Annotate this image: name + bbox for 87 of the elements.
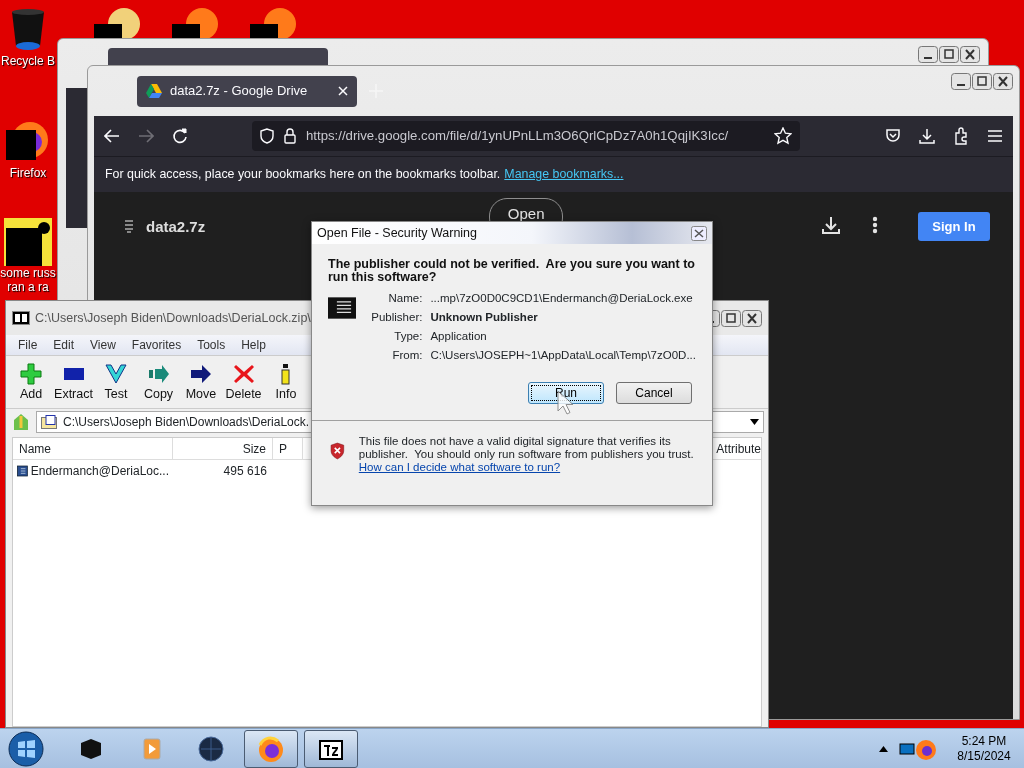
dialog-title: Open File - Security Warning xyxy=(317,224,477,242)
application-icon xyxy=(328,296,357,320)
help-link[interactable]: How can I decide what software to run? xyxy=(358,461,561,473)
menu-icon[interactable] xyxy=(987,129,1003,143)
file-size: 495 616 xyxy=(222,463,268,480)
address-bar[interactable]: https://drive.google.com/file/d/1ynUPnLLm3O6QrlCpDz7A0h1QqjIK3Icc/ xyxy=(252,121,800,151)
sign-in-button[interactable]: Sign In xyxy=(918,212,990,241)
forward-icon[interactable] xyxy=(138,129,154,143)
column-header[interactable]: Size xyxy=(173,438,273,459)
copy-tool-button[interactable]: Copy xyxy=(137,363,180,404)
field-value: Application xyxy=(430,330,488,343)
column-header[interactable]: Attribute xyxy=(710,438,761,459)
archive-icon xyxy=(41,415,57,429)
drive-icon xyxy=(146,84,162,98)
test-tool-button[interactable]: Test xyxy=(95,363,137,404)
file-name: data2.7z xyxy=(146,217,206,237)
close-button[interactable] xyxy=(691,225,707,241)
dropdown-arrow-icon[interactable] xyxy=(750,419,759,425)
lock-icon xyxy=(284,128,296,144)
maximize-button[interactable] xyxy=(721,309,741,327)
test-icon xyxy=(105,363,127,386)
desktop-icon-label[interactable]: Recycle B xyxy=(1,54,55,68)
manage-bookmarks-link[interactable]: Manage bookmarks... xyxy=(504,165,624,184)
clock-date[interactable]: 8/15/2024 xyxy=(957,748,1011,764)
window-title: C:\Users\Joseph Biden\Downloads\DeriaLock.zip\ xyxy=(35,309,311,327)
field-label: Publisher: xyxy=(370,311,423,324)
field-label: Name: xyxy=(387,292,423,305)
info-tool-button[interactable]: Info xyxy=(265,363,307,404)
shield-icon[interactable] xyxy=(260,128,274,144)
browser-tab[interactable]: data2.7z - Google Drive xyxy=(137,75,357,107)
field-value: C:\Users\JOSEPH~1\AppData\Local\Temp\7zO0D... xyxy=(430,349,696,362)
bookmarks-hint: For quick access, place your bookmarks here on the bookmarks toolbar. xyxy=(105,166,501,184)
warning-text: This file does not have a valid digital signature that verifies its publisher. You should only run software from publishers you trust. xyxy=(358,435,695,461)
maximize-button[interactable] xyxy=(939,46,959,63)
maximize-button[interactable] xyxy=(972,73,992,90)
desktop-icon-label[interactable]: some russ xyxy=(0,266,56,280)
archive-app-icon xyxy=(12,311,30,325)
delete-icon xyxy=(232,363,255,386)
field-label: From: xyxy=(391,349,423,362)
menu-item[interactable]: Edit xyxy=(53,336,75,354)
delete-tool-button[interactable]: Delete xyxy=(222,363,265,404)
column-header[interactable]: P xyxy=(273,438,303,459)
url-text: https://drive.google.com/file/d/1ynUPnLLm3O6QrlCpDz7A0h1QqjIK3Icc/ xyxy=(306,127,730,146)
cancel-button[interactable]: Cancel xyxy=(616,382,692,404)
file-icon[interactable] xyxy=(4,218,52,266)
field-value: Unknown Publisher xyxy=(430,311,539,324)
add-icon xyxy=(20,363,42,386)
file-name[interactable]: Endermanch@DeriaLoc... xyxy=(30,462,169,480)
menu-item[interactable]: File xyxy=(18,336,38,354)
close-button[interactable] xyxy=(742,309,762,327)
more-icon[interactable] xyxy=(872,216,878,234)
pocket-icon[interactable] xyxy=(885,128,901,144)
field-label: Type: xyxy=(393,330,423,343)
tray-arrow-icon[interactable] xyxy=(879,745,888,752)
back-icon[interactable] xyxy=(104,129,120,143)
close-button[interactable] xyxy=(993,73,1013,90)
download-icon[interactable] xyxy=(822,216,840,234)
extensions-icon[interactable] xyxy=(953,127,969,145)
browser-icon xyxy=(256,734,286,763)
star-icon[interactable] xyxy=(774,127,792,145)
field-value: ...mp\7zO0D0C9CD1\Endermanch@DeriaLock.exe xyxy=(430,292,694,305)
start-button[interactable] xyxy=(8,730,44,767)
taskbar-button[interactable] xyxy=(304,729,358,768)
add-tool-button[interactable]: Add xyxy=(10,363,52,404)
menu-item[interactable]: View xyxy=(90,336,116,354)
run-button[interactable]: Run xyxy=(528,382,604,404)
reload-icon[interactable] xyxy=(172,128,188,144)
minimize-button[interactable] xyxy=(951,73,971,90)
desktop-icon-label[interactable]: ran a ra xyxy=(7,280,49,294)
clock-time[interactable]: 5:24 PM xyxy=(961,733,1007,749)
close-icon[interactable] xyxy=(338,86,348,96)
column-header[interactable]: Name xyxy=(13,438,173,459)
exe-file-icon xyxy=(17,464,28,478)
close-button[interactable] xyxy=(960,46,980,63)
menu-item[interactable]: Tools xyxy=(197,336,226,354)
menu-item[interactable]: Help xyxy=(241,336,266,354)
menu-item[interactable]: Favorites xyxy=(131,336,182,354)
tab-title: data2.7z - Google Drive xyxy=(170,82,309,101)
move-tool-button[interactable]: Move xyxy=(180,363,222,404)
globe-icon xyxy=(196,734,226,763)
move-icon xyxy=(190,363,212,386)
desktop-icon-label[interactable]: Firefox xyxy=(9,166,47,180)
warning-heading: The publisher could not be verified. Are you sure you want to run this software? xyxy=(328,258,696,284)
file-icon xyxy=(124,220,134,234)
minimize-button[interactable] xyxy=(918,46,938,63)
mouse-cursor-icon xyxy=(556,390,576,416)
extract-tool-button[interactable]: Extract xyxy=(52,363,95,404)
